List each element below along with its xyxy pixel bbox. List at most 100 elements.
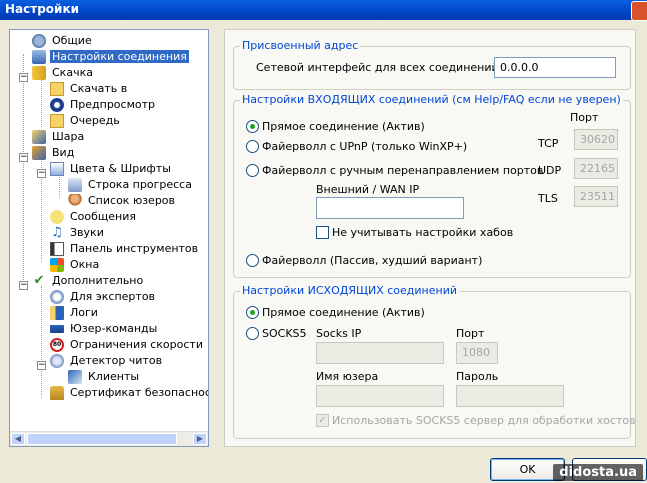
tree-item-certificate[interactable]: Сертификат безопасности [50,385,208,401]
scroll-left-button[interactable]: ◀ [11,433,25,445]
incoming-manual-radio[interactable] [246,164,259,177]
tree-item-toolbar[interactable]: Панель инструментов [50,241,200,257]
close-button[interactable] [631,1,647,21]
incoming-legend: Настройки ВХОДЯЩИХ соединений (см Help/F… [240,93,623,106]
tree-item-general[interactable]: Общие [32,33,94,49]
tree-item-view[interactable]: Вид [32,145,76,161]
tree-item-advanced[interactable]: ✔ Дополнительно [32,273,145,289]
certificate-icon [50,386,64,400]
tree-item-download[interactable]: Скачка [32,65,95,81]
tree-guide-line [23,54,24,286]
collapse-toggle[interactable]: − [19,73,28,82]
socks-port-input[interactable]: 1080 [456,342,498,364]
window-title: Настройки [5,2,80,16]
title-bar: Настройки [0,0,647,21]
outgoing-socks5-radio[interactable] [246,327,259,340]
tcp-port-input[interactable]: 30620 [574,129,618,150]
command-icon [50,325,64,333]
incoming-passive-radio[interactable] [246,254,259,267]
tree-item-cheat-detector[interactable]: Детектор читов [50,353,164,369]
client-icon [68,370,82,384]
expert-icon [50,290,64,304]
incoming-manual-label: Файерволл с ручным перенаправлением порт… [262,164,544,177]
tcp-label: TCP [538,137,559,150]
outgoing-legend: Настройки ИСХОДЯЩИХ соединений [240,284,459,297]
collapse-toggle[interactable]: − [37,169,46,178]
assigned-address-group: Присвоенный адрес Сетевой интерфейс для … [233,39,631,90]
tree-item-experts[interactable]: Для экспертов [50,289,157,305]
message-icon [50,210,64,224]
tree-item-windows[interactable]: Окна [50,257,101,273]
tree-item-download-to[interactable]: Скачать в [50,81,129,97]
socks-user-label: Имя юзера [316,370,379,383]
ignore-hubs-label: Не учитывать настройки хабов [332,226,514,239]
tree-guide-line [41,79,42,127]
scroll-right-button[interactable]: ▶ [193,433,207,445]
folder-icon [50,82,64,96]
socks-password-label: Пароль [456,370,499,383]
incoming-connections-group: Настройки ВХОДЯЩИХ соединений (см Help/F… [233,93,631,278]
view-icon [32,146,46,160]
download-icon [32,66,46,80]
udp-port-input[interactable]: 22165 [574,158,618,179]
socks-ip-input[interactable] [316,342,444,364]
tree-item-preview[interactable]: Предпросмотр [50,97,157,113]
outgoing-direct-label: Прямое соединение (Актив) [262,306,425,319]
tree-item-speed-limits[interactable]: 80 Ограничения скорости [50,337,205,353]
tree-item-connection[interactable]: Настройки соединения [32,49,189,65]
wan-ip-label: Внешний / WAN IP [316,183,420,196]
tree-item-queue[interactable]: Очередь [50,113,122,129]
share-icon [32,130,46,144]
preview-icon [50,98,64,112]
collapse-toggle[interactable]: − [19,153,28,162]
tls-label: TLS [538,192,558,205]
palette-icon [50,162,64,176]
network-icon [32,50,46,64]
users-icon [68,194,82,208]
use-socks-resolve-label: Использовать SOCKS5 сервер для обработки… [332,414,636,427]
interface-label: Сетевой интерфейс для всех соединений [256,61,499,74]
incoming-upnp-label: Файерволл с UPnP (только WinXP+) [262,140,468,153]
udp-label: UDP [538,164,562,177]
detector-icon [50,354,64,368]
tree-item-progress-bar[interactable]: Строка прогресса [68,177,194,193]
socks-port-label: Порт [456,327,485,340]
incoming-upnp-radio[interactable] [246,140,259,153]
speed-limit-icon: 80 [50,338,64,352]
ignore-hubs-checkbox[interactable] [316,226,329,239]
wan-ip-input[interactable] [316,197,464,219]
settings-icon [32,34,46,48]
tree-item-colors-fonts[interactable]: Цвета & Шрифты [50,161,173,177]
socks-ip-label: Socks IP [316,327,362,340]
toolbar-icon [50,242,64,256]
tree-item-user-commands[interactable]: Юзер-команды [50,321,159,337]
scrollbar-thumb[interactable] [27,433,177,445]
settings-tree[interactable]: − − − − − Общие Настройки соединения Ска… [9,29,209,447]
progress-icon [68,178,82,192]
use-socks-resolve-checkbox[interactable]: ✓ [316,414,329,427]
tls-port-input[interactable]: 23511 [574,186,618,207]
advanced-icon: ✔ [33,273,45,288]
incoming-direct-label: Прямое соединение (Актив) [262,120,425,133]
tree-item-user-list[interactable]: Список юзеров [68,193,177,209]
queue-icon [50,114,64,128]
watermark: didosta.ua [553,464,643,481]
tree-guide-line [59,174,60,198]
assigned-address-legend: Присвоенный адрес [240,39,361,52]
tree-item-clients[interactable]: Клиенты [68,369,141,385]
outgoing-direct-radio[interactable] [246,306,259,319]
tree-item-logs[interactable]: Логи [50,305,100,321]
interface-input[interactable]: 0.0.0.0 [494,57,616,78]
socks-password-input[interactable] [456,385,564,407]
port-header: Порт [570,111,599,124]
tree-horizontal-scrollbar[interactable]: ◀ ▶ [10,431,208,446]
collapse-toggle[interactable]: − [19,281,28,290]
socks-user-input[interactable] [316,385,444,407]
tree-item-share[interactable]: Шара [32,129,86,145]
tree-item-sounds[interactable]: ♫ Звуки [50,225,106,241]
incoming-direct-radio[interactable] [246,120,259,133]
tree-item-messages[interactable]: Сообщения [50,209,138,225]
outgoing-socks5-label: SOCKS5 [262,327,307,340]
collapse-toggle[interactable]: − [37,361,46,370]
log-icon [50,306,64,320]
